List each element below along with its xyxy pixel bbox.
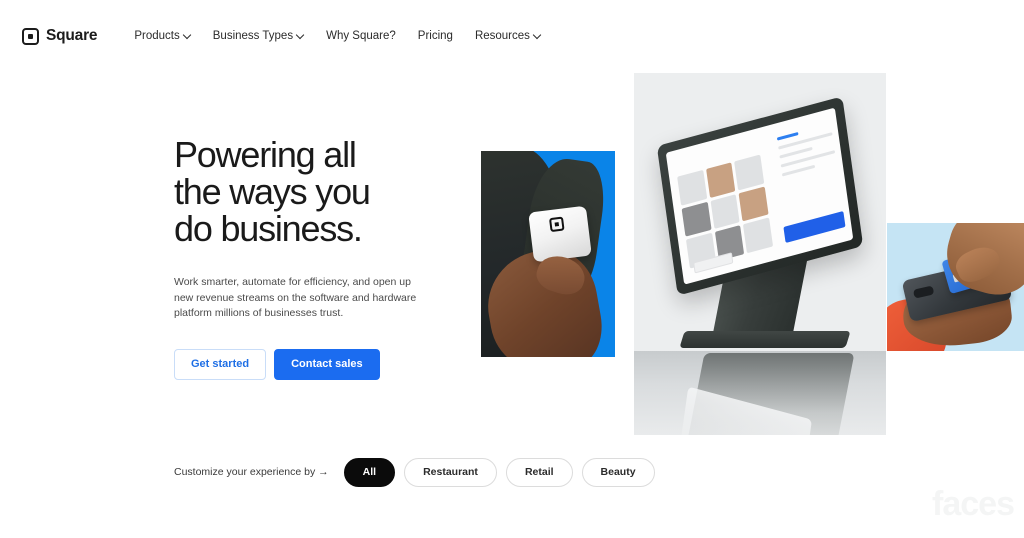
pos-summary-line [776,131,799,141]
page-title: Powering all the ways you do business. [174,136,436,247]
terminal-stand-base [679,331,851,348]
nav-item-why-square[interactable]: Why Square? [315,24,407,48]
pos-item-tile [743,217,774,254]
pos-item-tile [738,186,769,222]
filter-chip-beauty[interactable]: Beauty [581,458,655,487]
headline-line-1: Powering all [174,134,357,175]
pos-item-tile [710,193,740,230]
image-panel-square-reader [481,151,615,357]
nav-item-pricing[interactable]: Pricing [407,24,464,48]
pos-item-grid [677,154,774,269]
nav-item-resources[interactable]: Resources [464,24,552,48]
hero-text-block: Powering all the ways you do business. W… [174,136,436,380]
pos-charge-button [783,210,846,243]
hero-subcopy: Work smarter, automate for efficiency, a… [174,276,417,319]
chevron-down-icon [534,32,541,39]
pos-item-tile [705,162,736,198]
watermark: faces [932,485,1015,523]
nav-item-label: Products [134,30,180,42]
nav-item-label: Pricing [417,30,453,42]
image-panel-square-register [634,73,886,435]
get-started-button[interactable]: Get started [174,348,267,380]
nav-links: Products Business Types Why Square? Pric… [123,24,552,48]
filter-chip-retail[interactable]: Retail [505,458,573,487]
cta-button-row: Get started Contact sales [174,348,436,380]
page-root: Square Products Business Types Why Squar… [0,0,1024,538]
top-navigation-bar: Square Products Business Types Why Squar… [0,0,1024,72]
customize-label: Customize your experience by → [174,466,329,479]
filter-chip-all[interactable]: All [343,458,396,487]
pos-order-summary [776,123,841,207]
square-reader-device [528,205,592,263]
brand-logo[interactable]: Square [22,27,98,45]
image-panel-tap-to-pay [887,223,1024,351]
nav-item-label: Business Types [212,30,294,42]
square-logo-icon [22,27,39,45]
nav-item-label: Why Square? [326,30,396,42]
brand-name: Square [46,27,98,44]
terminal-screen-body [656,96,864,296]
filter-chip-restaurant[interactable]: Restaurant [404,458,497,487]
headline-line-2: the ways you [174,171,371,212]
chevron-down-icon [297,32,304,39]
nav-item-products[interactable]: Products [123,24,201,48]
pos-item-tile [681,201,712,237]
nav-item-label: Resources [474,30,530,42]
pos-item-tile [734,154,765,191]
customize-experience-row: Customize your experience by → All Resta… [174,458,655,487]
pos-summary-line [781,164,815,177]
contact-sales-button[interactable]: Contact sales [274,348,380,380]
phone-camera-icon [912,285,935,299]
square-logo-icon [548,216,565,233]
nav-item-business-types[interactable]: Business Types [202,24,315,48]
headline-line-3: do business. [174,208,363,249]
pos-item-tile [677,169,707,206]
chevron-down-icon [184,32,191,39]
terminal-pos-display [665,107,854,285]
